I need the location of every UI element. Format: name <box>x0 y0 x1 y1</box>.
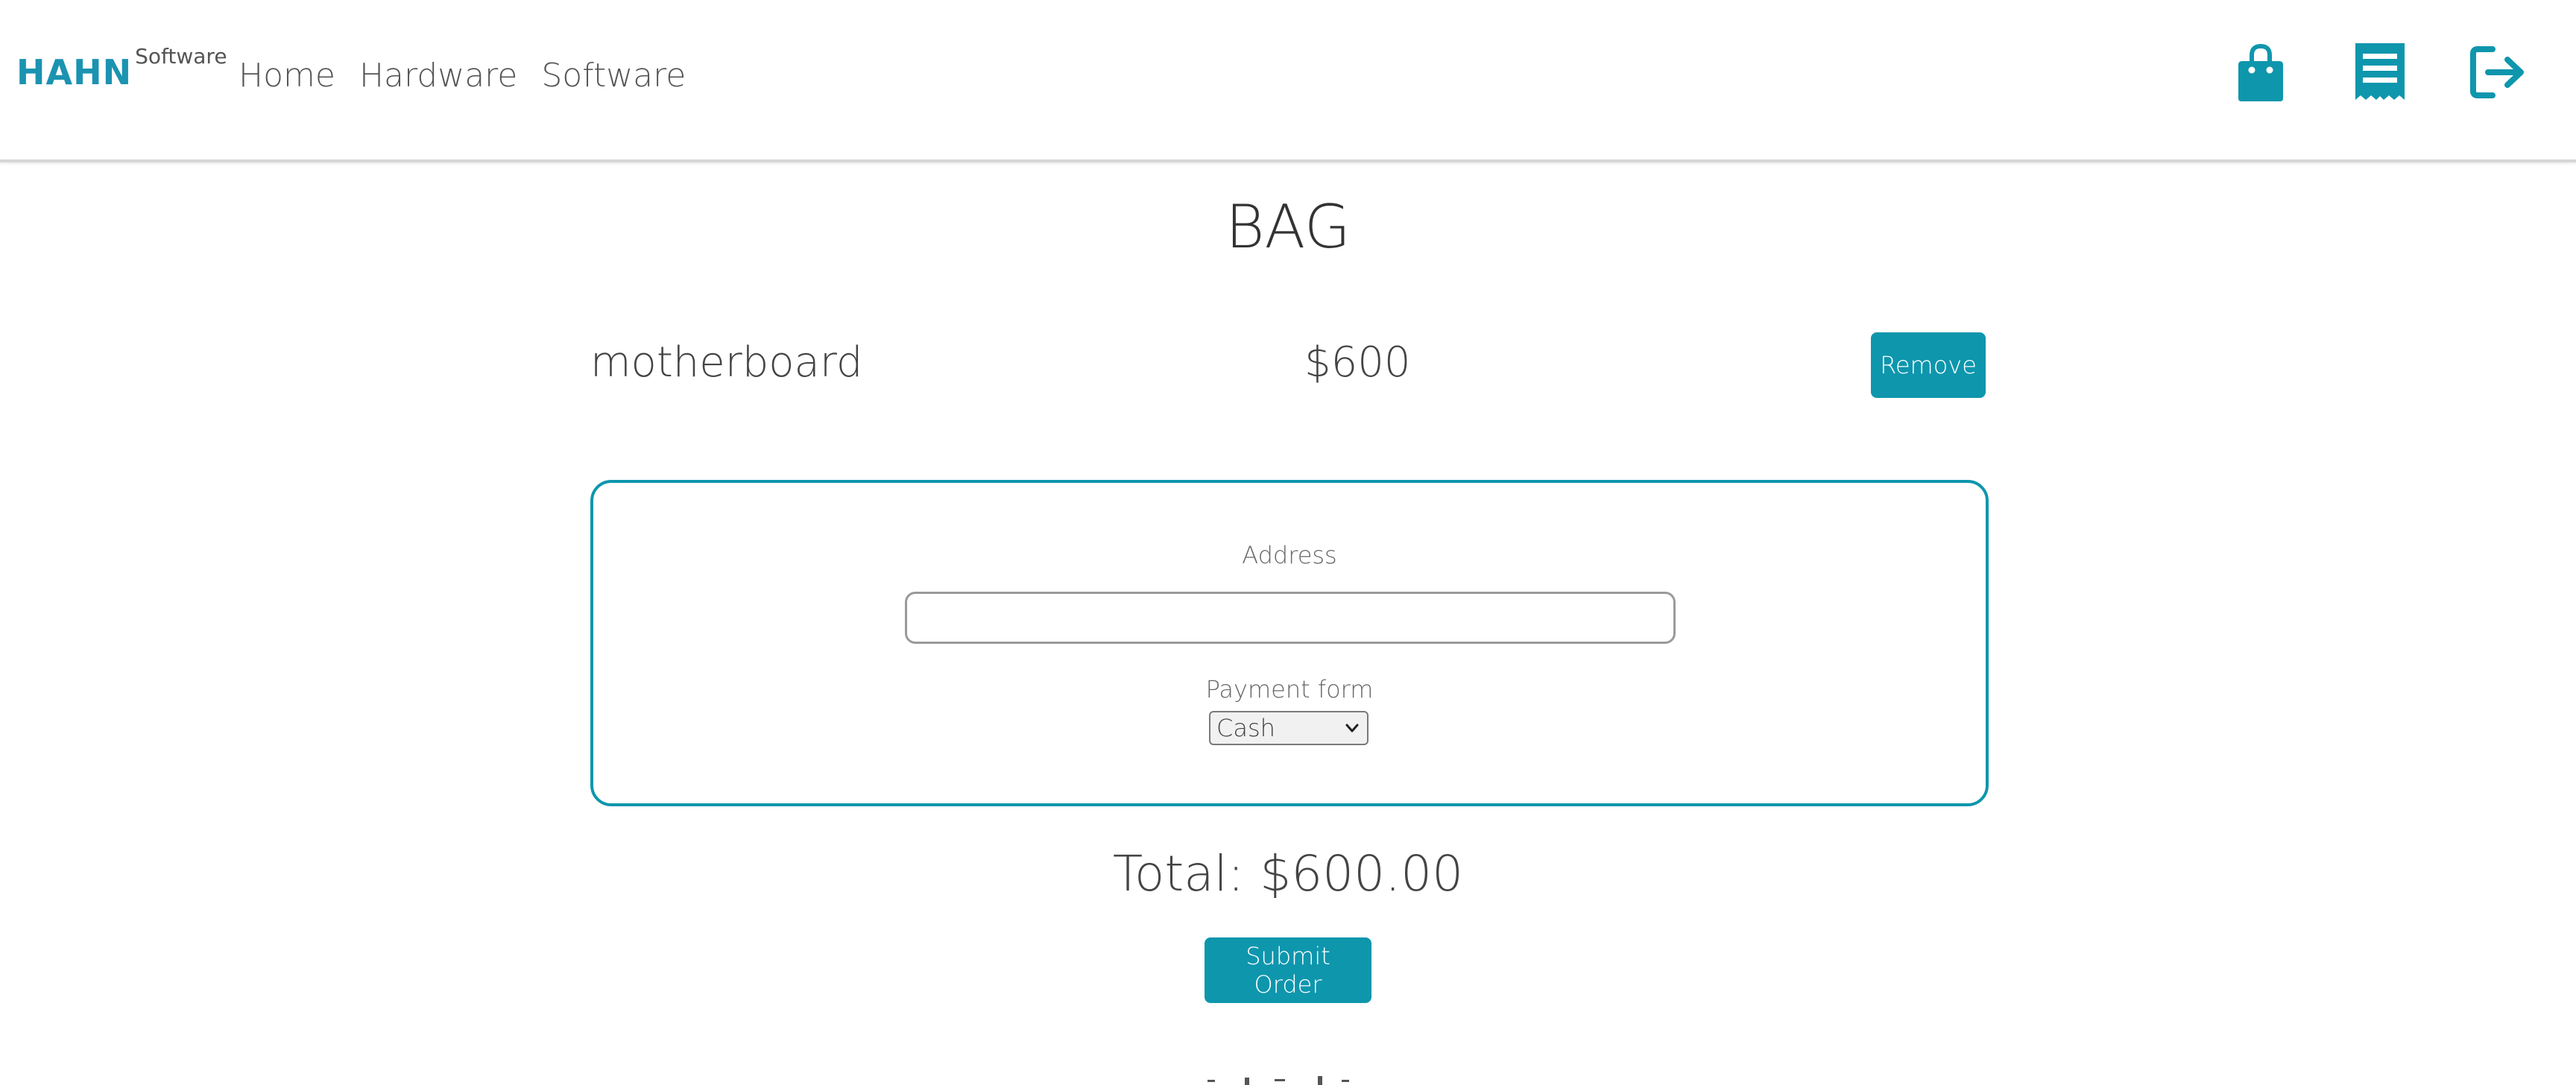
address-label: Address <box>1242 541 1337 569</box>
brand-logo-main: HAHN <box>16 52 133 92</box>
receipt-icon[interactable] <box>2346 39 2414 106</box>
navbar: HAHN Software Home Hardware Software <box>0 0 2576 162</box>
nav-links: Home Hardware Software <box>239 57 686 95</box>
logout-icon[interactable] <box>2464 39 2531 106</box>
address-input[interactable] <box>905 592 1676 644</box>
brand-logo-sub: Software <box>135 44 227 69</box>
bag-item-name: motherboard <box>590 338 863 387</box>
order-total: Total: $600.00 <box>1112 845 1464 902</box>
payment-form-select[interactable]: Cash <box>1209 711 1368 745</box>
remove-button[interactable]: Remove <box>1871 332 1986 398</box>
nav-link-software[interactable]: Software <box>541 57 686 95</box>
bag-item-price: $600 <box>1304 338 1411 387</box>
nav-link-home[interactable]: Home <box>239 57 335 95</box>
submit-order-button[interactable]: Submit Order <box>1205 937 1371 1003</box>
payment-form-selected: Cash <box>1216 714 1275 742</box>
chevron-down-icon <box>1345 724 1359 733</box>
bag-item-row: motherboard $600 Remove <box>590 328 1986 399</box>
payment-form-label: Payment form <box>1205 675 1374 703</box>
brand-logo[interactable]: HAHN Software <box>16 44 227 92</box>
nav-link-hardware[interactable]: Hardware <box>359 57 517 95</box>
order-form: Address Payment form Cash <box>590 480 1989 806</box>
page-title: BAG <box>1225 192 1351 262</box>
shopping-bag-icon[interactable] <box>2227 39 2294 106</box>
clipped-footer-text <box>1193 1073 1386 1085</box>
